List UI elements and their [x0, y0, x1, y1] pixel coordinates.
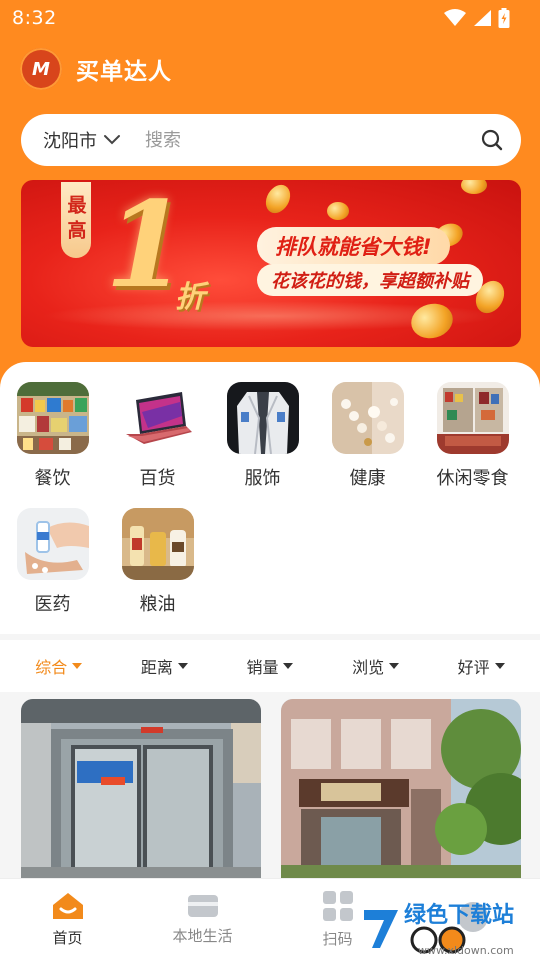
watermark-logo: 绿色下载站 www.xldown.com: [364, 902, 514, 957]
laptop-image: [121, 382, 194, 454]
category-label: 休闲零食: [436, 468, 509, 489]
coin-decoration: [327, 202, 349, 220]
site-watermark: 绿色下载站 www.xldown.com: [358, 896, 538, 957]
caret-down-icon: [72, 663, 83, 669]
sort-bar: 综合 距离 销量 浏览 好评: [0, 640, 540, 692]
category-clothing[interactable]: 服饰: [210, 382, 315, 508]
caret-down-icon: [283, 663, 294, 669]
banner-subline: 花该花的钱，享超额补贴: [257, 264, 483, 296]
chevron-down-icon: [104, 135, 120, 145]
app-header: M 买单达人: [20, 46, 172, 92]
category-label: 百货: [139, 468, 176, 489]
city-selector[interactable]: 沈阳市: [43, 127, 121, 153]
banner-headline: 排队就能省大钱!: [257, 227, 450, 265]
category-panel: 餐饮 百货 服饰 健康 休闲零食 医药 粮油: [0, 362, 540, 634]
sort-sales[interactable]: 销量: [246, 654, 294, 678]
sort-views[interactable]: 浏览: [352, 654, 400, 678]
category-label: 粮油: [139, 594, 176, 615]
city-label: 沈阳市: [43, 131, 97, 152]
category-label: 餐饮: [34, 468, 71, 489]
watermark-url: www.xldown.com: [418, 944, 514, 956]
caret-down-icon: [494, 663, 505, 669]
jacket-image: [226, 382, 299, 454]
coin-decoration: [461, 180, 487, 194]
sort-label: 综合: [35, 658, 68, 677]
shop-card[interactable]: [21, 699, 261, 879]
battery-icon: [498, 8, 510, 28]
category-label: 健康: [349, 468, 386, 489]
shop-photo: [281, 699, 521, 879]
wifi-icon: [444, 9, 466, 26]
status-time: 8:32: [12, 7, 57, 29]
category-label: 医药: [34, 594, 71, 615]
search-icon[interactable]: [481, 129, 503, 151]
caret-down-icon: [177, 663, 188, 669]
app-logo: M: [20, 48, 62, 90]
nav-home[interactable]: 首页: [0, 879, 135, 960]
status-bar: 8:32: [0, 0, 540, 36]
watermark-text: 绿色下载站: [404, 902, 514, 928]
signal-icon: [474, 10, 491, 26]
snack-store-image: [436, 382, 509, 454]
card-icon: [187, 895, 218, 917]
search-bar: 沈阳市: [21, 114, 521, 166]
banner-unit: 折: [175, 280, 205, 315]
category-snacks[interactable]: 休闲零食: [420, 382, 525, 508]
caret-down-icon: [389, 663, 400, 669]
category-department[interactable]: 百货: [105, 382, 210, 508]
sort-label: 距离: [140, 658, 173, 677]
sort-label: 好评: [457, 658, 490, 677]
sort-label: 浏览: [352, 658, 385, 677]
sort-label: 销量: [246, 658, 279, 677]
food-shelf-image: [16, 382, 89, 454]
category-food[interactable]: 餐饮: [0, 382, 105, 508]
promo-banner[interactable]: 最高 1 折 排队就能省大钱! 花该花的钱，享超额补贴: [21, 180, 521, 347]
category-health[interactable]: 健康: [315, 382, 420, 508]
shop-photo: [21, 699, 261, 879]
app-title: 买单达人: [76, 59, 172, 85]
category-grid: 餐饮 百货 服饰 健康 休闲零食 医药 粮油: [0, 382, 540, 634]
sort-rating[interactable]: 好评: [458, 654, 505, 678]
grain-oil-image: [121, 508, 194, 580]
search-input[interactable]: [145, 129, 481, 151]
nav-label: 扫码: [322, 930, 353, 948]
nav-local-life[interactable]: 本地生活: [135, 879, 270, 960]
category-grain-oil[interactable]: 粮油: [105, 508, 210, 634]
logo-text: M: [32, 58, 50, 80]
sort-distance[interactable]: 距离: [141, 654, 188, 678]
shop-card[interactable]: [281, 699, 521, 879]
pearls-image: [331, 382, 404, 454]
sort-comprehensive[interactable]: 综合: [35, 654, 83, 678]
nav-label: 本地生活: [172, 927, 233, 945]
category-medicine[interactable]: 医药: [0, 508, 105, 634]
status-icons: [444, 8, 510, 28]
banner-tag: 最高: [61, 182, 91, 258]
home-icon: [52, 893, 83, 919]
coin-decoration: [260, 180, 296, 218]
grid-icon: [322, 891, 353, 921]
medicine-image: [16, 508, 89, 580]
nav-label: 首页: [52, 929, 83, 947]
category-label: 服饰: [244, 468, 281, 489]
